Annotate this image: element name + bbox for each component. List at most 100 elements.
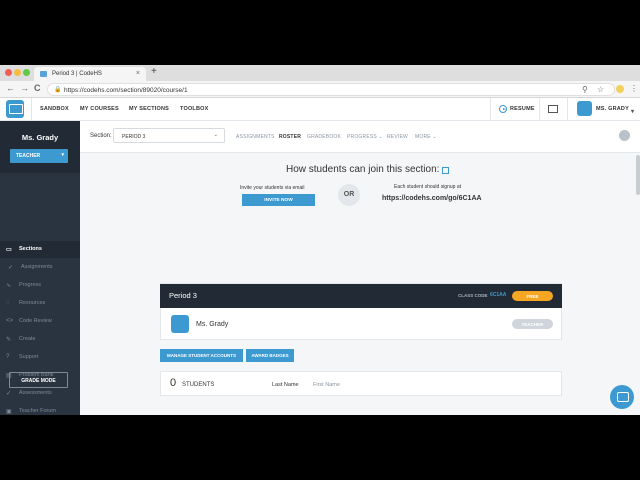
sidebar-item-label: Code Review bbox=[19, 318, 52, 324]
students-table bbox=[160, 371, 562, 396]
address-bar[interactable]: 🔒 https://codehs.com/section/89020/cours… bbox=[47, 83, 615, 96]
page-scrollbar[interactable] bbox=[636, 155, 640, 195]
play-icon[interactable] bbox=[499, 105, 507, 113]
chart-line-icon: ∿ bbox=[6, 283, 12, 289]
pencil-icon: ✎ bbox=[6, 337, 12, 343]
nav-sandbox-link[interactable]: SANDBOX bbox=[40, 106, 69, 112]
user-menu-button[interactable]: MS. GRADY bbox=[596, 106, 629, 112]
sidebar-item-resources[interactable]: ◌ Resources bbox=[0, 295, 80, 312]
tab-more[interactable]: MORE ⌄ bbox=[415, 134, 437, 140]
check-icon: ✓ bbox=[6, 391, 12, 397]
forward-arrow-icon[interactable]: → bbox=[20, 83, 29, 93]
gear-icon[interactable] bbox=[619, 130, 630, 141]
bookmark-star-icon[interactable]: ☆ bbox=[597, 85, 604, 94]
sidebar-item-progress[interactable]: ∿ Progress bbox=[0, 277, 80, 294]
chevron-down-icon: ▾ bbox=[61, 152, 64, 158]
code-icon: <> bbox=[6, 318, 14, 324]
nav-my-courses-link[interactable]: MY COURSES bbox=[80, 106, 119, 112]
tab-review[interactable]: REVIEW bbox=[387, 134, 408, 140]
invite-email-text: Invite your students via email bbox=[240, 185, 305, 191]
section-subnav: Section: PERIOD 3 ⌄ ASSIGNMENTS ROSTER G… bbox=[80, 121, 640, 153]
sidebar-item-label: Create bbox=[19, 336, 36, 342]
section-card-header: Period 3 CLASS CODE 6C1AA FREE bbox=[160, 284, 562, 308]
address-bar-url: https://codehs.com/section/89020/course/… bbox=[64, 87, 188, 94]
last-name-column-header[interactable]: Last Name bbox=[272, 382, 299, 388]
teacher-avatar bbox=[171, 315, 189, 333]
new-tab-icon[interactable]: + bbox=[151, 66, 157, 77]
reload-icon[interactable]: C bbox=[34, 83, 41, 93]
section-select[interactable]: PERIOD 3 ⌄ bbox=[113, 128, 225, 143]
header-divider bbox=[490, 98, 491, 121]
roster-main: How students can join this section: Invi… bbox=[80, 153, 640, 415]
resume-button[interactable]: RESUME bbox=[510, 106, 535, 112]
calendar-icon[interactable] bbox=[548, 105, 558, 113]
extension-icon[interactable] bbox=[616, 85, 624, 93]
expand-icon[interactable] bbox=[442, 167, 449, 174]
sidebar-item-label: Assessments bbox=[19, 390, 52, 396]
zoom-icon[interactable]: ⚲ bbox=[582, 85, 588, 94]
browser-menu-icon[interactable]: ⋮ bbox=[630, 84, 638, 93]
forum-icon: ▣ bbox=[6, 409, 12, 415]
codehs-favicon-icon bbox=[40, 71, 47, 77]
close-tab-icon[interactable]: × bbox=[136, 70, 140, 77]
teacher-role-badge: TEACHER bbox=[512, 319, 553, 329]
students-label: STUDENTS bbox=[182, 382, 215, 388]
sidebar-item-label: Teacher Forum bbox=[19, 408, 56, 414]
role-dropdown[interactable]: TEACHER ▾ bbox=[10, 149, 68, 163]
site-header: SANDBOX MY COURSES MY SECTIONS TOOLBOX R… bbox=[0, 98, 640, 121]
sidebar-item-create[interactable]: ✎ Create bbox=[0, 331, 80, 348]
teacher-name: Ms. Grady bbox=[21, 133, 59, 142]
chevron-down-icon[interactable]: ▾ bbox=[631, 108, 634, 115]
browser-tab-title: Period 3 | CodeHS bbox=[52, 71, 102, 77]
browser-tab-bar: Period 3 | CodeHS × + bbox=[0, 65, 640, 81]
header-divider bbox=[539, 98, 540, 121]
header-divider bbox=[567, 98, 568, 121]
tab-roster[interactable]: ROSTER bbox=[279, 134, 301, 140]
section-label: Section: bbox=[90, 133, 112, 139]
teacher-row-name: Ms. Grady bbox=[196, 321, 229, 328]
sidebar-item-support[interactable]: ? Support bbox=[0, 349, 80, 366]
invite-now-button[interactable]: INVITE NOW bbox=[242, 194, 315, 206]
or-divider: OR bbox=[338, 184, 360, 206]
tab-progress[interactable]: PROGRESS ⌄ bbox=[347, 134, 383, 140]
maximize-window-icon[interactable] bbox=[23, 69, 30, 76]
nav-my-sections-link[interactable]: MY SECTIONS bbox=[129, 106, 169, 112]
tab-gradebook[interactable]: GRADEBOOK bbox=[307, 134, 341, 140]
class-code-value: 6C1AA bbox=[490, 292, 507, 298]
free-plan-badge[interactable]: FREE bbox=[512, 291, 553, 301]
award-badges-button[interactable]: AWARD BADGES bbox=[246, 349, 294, 362]
class-code-label: CLASS CODE bbox=[458, 293, 488, 298]
first-name-column-header[interactable]: First Name bbox=[313, 382, 340, 388]
manage-student-accounts-button[interactable]: MANAGE STUDENT ACCOUNTS bbox=[160, 349, 243, 362]
monitor-icon: ▭ bbox=[6, 247, 12, 253]
sidebar-item-label: Support bbox=[19, 354, 39, 360]
chat-support-icon[interactable] bbox=[610, 385, 634, 409]
sidebar-profile: Ms. Grady TEACHER ▾ bbox=[0, 121, 80, 173]
role-dropdown-label: TEACHER bbox=[16, 153, 41, 159]
students-count: 0 bbox=[170, 377, 177, 389]
header-divider bbox=[31, 98, 32, 121]
sidebar-item-sections[interactable]: ▭ Sections bbox=[0, 241, 80, 258]
browser-tab[interactable]: Period 3 | CodeHS × bbox=[34, 67, 146, 81]
nav-toolbox-link[interactable]: TOOLBOX bbox=[180, 106, 209, 112]
signup-url: https://codehs.com/go/6C1AA bbox=[382, 195, 482, 202]
sidebar-item-assignments[interactable]: ✓ Assignments bbox=[0, 259, 80, 276]
tab-assignments[interactable]: ASSIGNMENTS bbox=[236, 134, 275, 140]
back-arrow-icon[interactable]: ← bbox=[6, 83, 15, 93]
section-select-value: PERIOD 3 bbox=[122, 133, 146, 140]
sidebar-item-teacher-forum[interactable]: ▣ Teacher Forum bbox=[0, 403, 80, 415]
close-window-icon[interactable] bbox=[5, 69, 12, 76]
user-avatar[interactable] bbox=[577, 101, 592, 116]
sidebar-item-label: Assignments bbox=[21, 264, 53, 270]
minimize-window-icon[interactable] bbox=[14, 69, 21, 76]
check-icon: ✓ bbox=[8, 265, 14, 271]
lock-icon: 🔒 bbox=[54, 87, 62, 93]
grade-mode-button[interactable]: GRADE MODE bbox=[9, 372, 68, 388]
sidebar: Ms. Grady TEACHER ▾ ▭ Sections ✓ Assignm… bbox=[0, 121, 80, 415]
sidebar-item-label: Progress bbox=[19, 282, 42, 288]
codehs-logo-icon[interactable] bbox=[6, 100, 24, 118]
sidebar-item-label: Resources bbox=[19, 300, 46, 306]
sidebar-item-code-review[interactable]: <> Code Review bbox=[0, 313, 80, 330]
sidebar-item-label: Sections bbox=[19, 246, 42, 252]
help-icon: ? bbox=[6, 354, 10, 360]
